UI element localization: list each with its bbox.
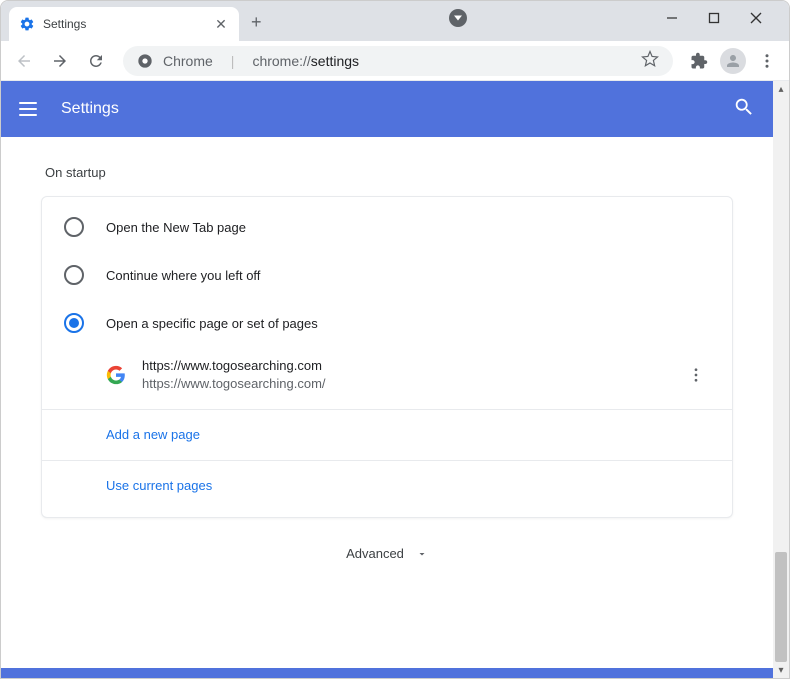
close-window-button[interactable]: [747, 9, 765, 27]
chevron-down-icon: [416, 548, 428, 560]
settings-gear-icon: [19, 16, 35, 32]
google-favicon: [106, 365, 126, 385]
search-icon[interactable]: [733, 96, 755, 123]
radio-continue[interactable]: Continue where you left off: [42, 251, 732, 299]
radio-new-tab[interactable]: Open the New Tab page: [42, 203, 732, 251]
startup-card: Open the New Tab page Continue where you…: [41, 196, 733, 518]
forward-button[interactable]: [45, 46, 75, 76]
address-bar: Chrome | chrome://settings: [1, 41, 789, 81]
tab-search-button[interactable]: [449, 9, 467, 27]
chrome-logo-icon: [137, 53, 153, 69]
browser-tab[interactable]: Settings ✕: [9, 7, 239, 41]
add-page-row[interactable]: Add a new page: [42, 409, 732, 460]
back-button[interactable]: [9, 46, 39, 76]
maximize-button[interactable]: [705, 9, 723, 27]
scrollbar[interactable]: ▴ ▾: [773, 81, 789, 678]
scroll-thumb[interactable]: [775, 552, 787, 662]
extensions-icon[interactable]: [685, 47, 713, 75]
address-prefix: Chrome: [163, 53, 213, 69]
new-tab-button[interactable]: +: [251, 12, 262, 33]
startup-page-entry: https://www.togosearching.com https://ww…: [42, 347, 732, 403]
window-controls: [663, 9, 789, 27]
radio-specific-page[interactable]: Open a specific page or set of pages: [42, 299, 732, 347]
scroll-up-icon[interactable]: ▴: [773, 81, 789, 97]
minimize-button[interactable]: [663, 9, 681, 27]
star-icon[interactable]: [641, 50, 659, 71]
settings-title: Settings: [61, 100, 733, 118]
omnibox[interactable]: Chrome | chrome://settings: [123, 46, 673, 76]
hamburger-menu-icon[interactable]: [19, 97, 43, 121]
advanced-toggle[interactable]: Advanced: [41, 518, 733, 571]
scroll-down-icon[interactable]: ▾: [773, 662, 789, 678]
use-current-row[interactable]: Use current pages: [42, 460, 732, 511]
tab-title: Settings: [43, 17, 205, 31]
profile-avatar[interactable]: [719, 47, 747, 75]
close-tab-icon[interactable]: ✕: [213, 16, 229, 32]
reload-button[interactable]: [81, 46, 111, 76]
radio-icon: [64, 217, 84, 237]
page-entry-title: https://www.togosearching.com: [142, 357, 666, 375]
bottom-accent: [1, 668, 773, 678]
settings-header: Settings: [1, 81, 773, 137]
menu-dots-icon[interactable]: [753, 47, 781, 75]
section-title: On startup: [45, 165, 733, 180]
more-options-icon[interactable]: [682, 366, 710, 384]
radio-icon: [64, 313, 84, 333]
radio-icon: [64, 265, 84, 285]
page-entry-url: https://www.togosearching.com/: [142, 375, 666, 393]
title-bar: Settings ✕ +: [1, 1, 789, 41]
